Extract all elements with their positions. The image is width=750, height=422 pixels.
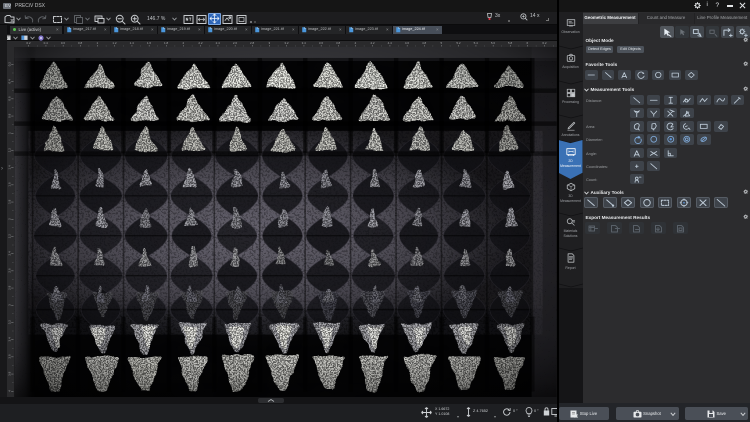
svg-text:2.6: 2.6 (233, 41, 238, 45)
svg-text:1.8: 1.8 (7, 199, 11, 204)
svg-text:4.8: 4.8 (422, 41, 427, 45)
svg-text:2.6: 2.6 (7, 268, 11, 273)
svg-text:0.8: 0.8 (78, 41, 83, 45)
svg-text:6.2: 6.2 (542, 41, 547, 45)
svg-text:4.4: 4.4 (388, 41, 393, 45)
svg-text:1.6: 1.6 (147, 41, 152, 45)
svg-text:3.6: 3.6 (7, 354, 11, 359)
svg-text:3.6: 3.6 (319, 41, 324, 45)
svg-text:3.8: 3.8 (336, 41, 341, 45)
svg-text:0.2: 0.2 (26, 41, 31, 45)
svg-text:0.4: 0.4 (44, 41, 49, 45)
svg-text:1.4: 1.4 (7, 164, 11, 169)
svg-text:0.6: 0.6 (61, 41, 66, 45)
svg-text:4.2: 4.2 (370, 41, 375, 45)
svg-text:1: 1 (96, 41, 98, 45)
svg-text:2.8: 2.8 (250, 41, 255, 45)
svg-text:5.6: 5.6 (491, 41, 496, 45)
svg-text:5.2: 5.2 (456, 41, 461, 45)
svg-text:1.2: 1.2 (112, 41, 117, 45)
svg-text:4.6: 4.6 (405, 41, 410, 45)
svg-text:2.2: 2.2 (198, 41, 203, 45)
svg-text:1.2: 1.2 (7, 147, 11, 152)
svg-text:3: 3 (268, 41, 270, 45)
svg-text:5.4: 5.4 (474, 41, 479, 45)
svg-text:3.4: 3.4 (7, 336, 11, 341)
svg-text:1.6: 1.6 (7, 182, 11, 187)
svg-text:2.4: 2.4 (216, 41, 221, 45)
svg-text:2: 2 (182, 41, 184, 45)
svg-text:5.8: 5.8 (508, 41, 513, 45)
svg-text:2.8: 2.8 (7, 285, 11, 290)
svg-text:4: 4 (7, 389, 11, 391)
svg-text:1.4: 1.4 (130, 41, 135, 45)
svg-text:3.2: 3.2 (7, 319, 11, 324)
svg-text:4: 4 (354, 41, 356, 45)
svg-text:0.8: 0.8 (7, 113, 11, 118)
svg-text:3.2: 3.2 (284, 41, 289, 45)
svg-text:1.8: 1.8 (164, 41, 169, 45)
svg-text:1: 1 (7, 131, 11, 133)
svg-text:0.4: 0.4 (7, 78, 11, 83)
svg-text:2.4: 2.4 (7, 250, 11, 255)
svg-text:2: 2 (7, 217, 11, 219)
svg-text:6: 6 (526, 41, 528, 45)
svg-text:5: 5 (440, 41, 442, 45)
svg-text:3.4: 3.4 (302, 41, 307, 45)
svg-text:2.2: 2.2 (7, 233, 11, 238)
svg-text:3.8: 3.8 (7, 371, 11, 376)
svg-text:0.6: 0.6 (7, 96, 11, 101)
svg-text:3: 3 (7, 303, 11, 305)
svg-text:0.2: 0.2 (7, 61, 11, 66)
